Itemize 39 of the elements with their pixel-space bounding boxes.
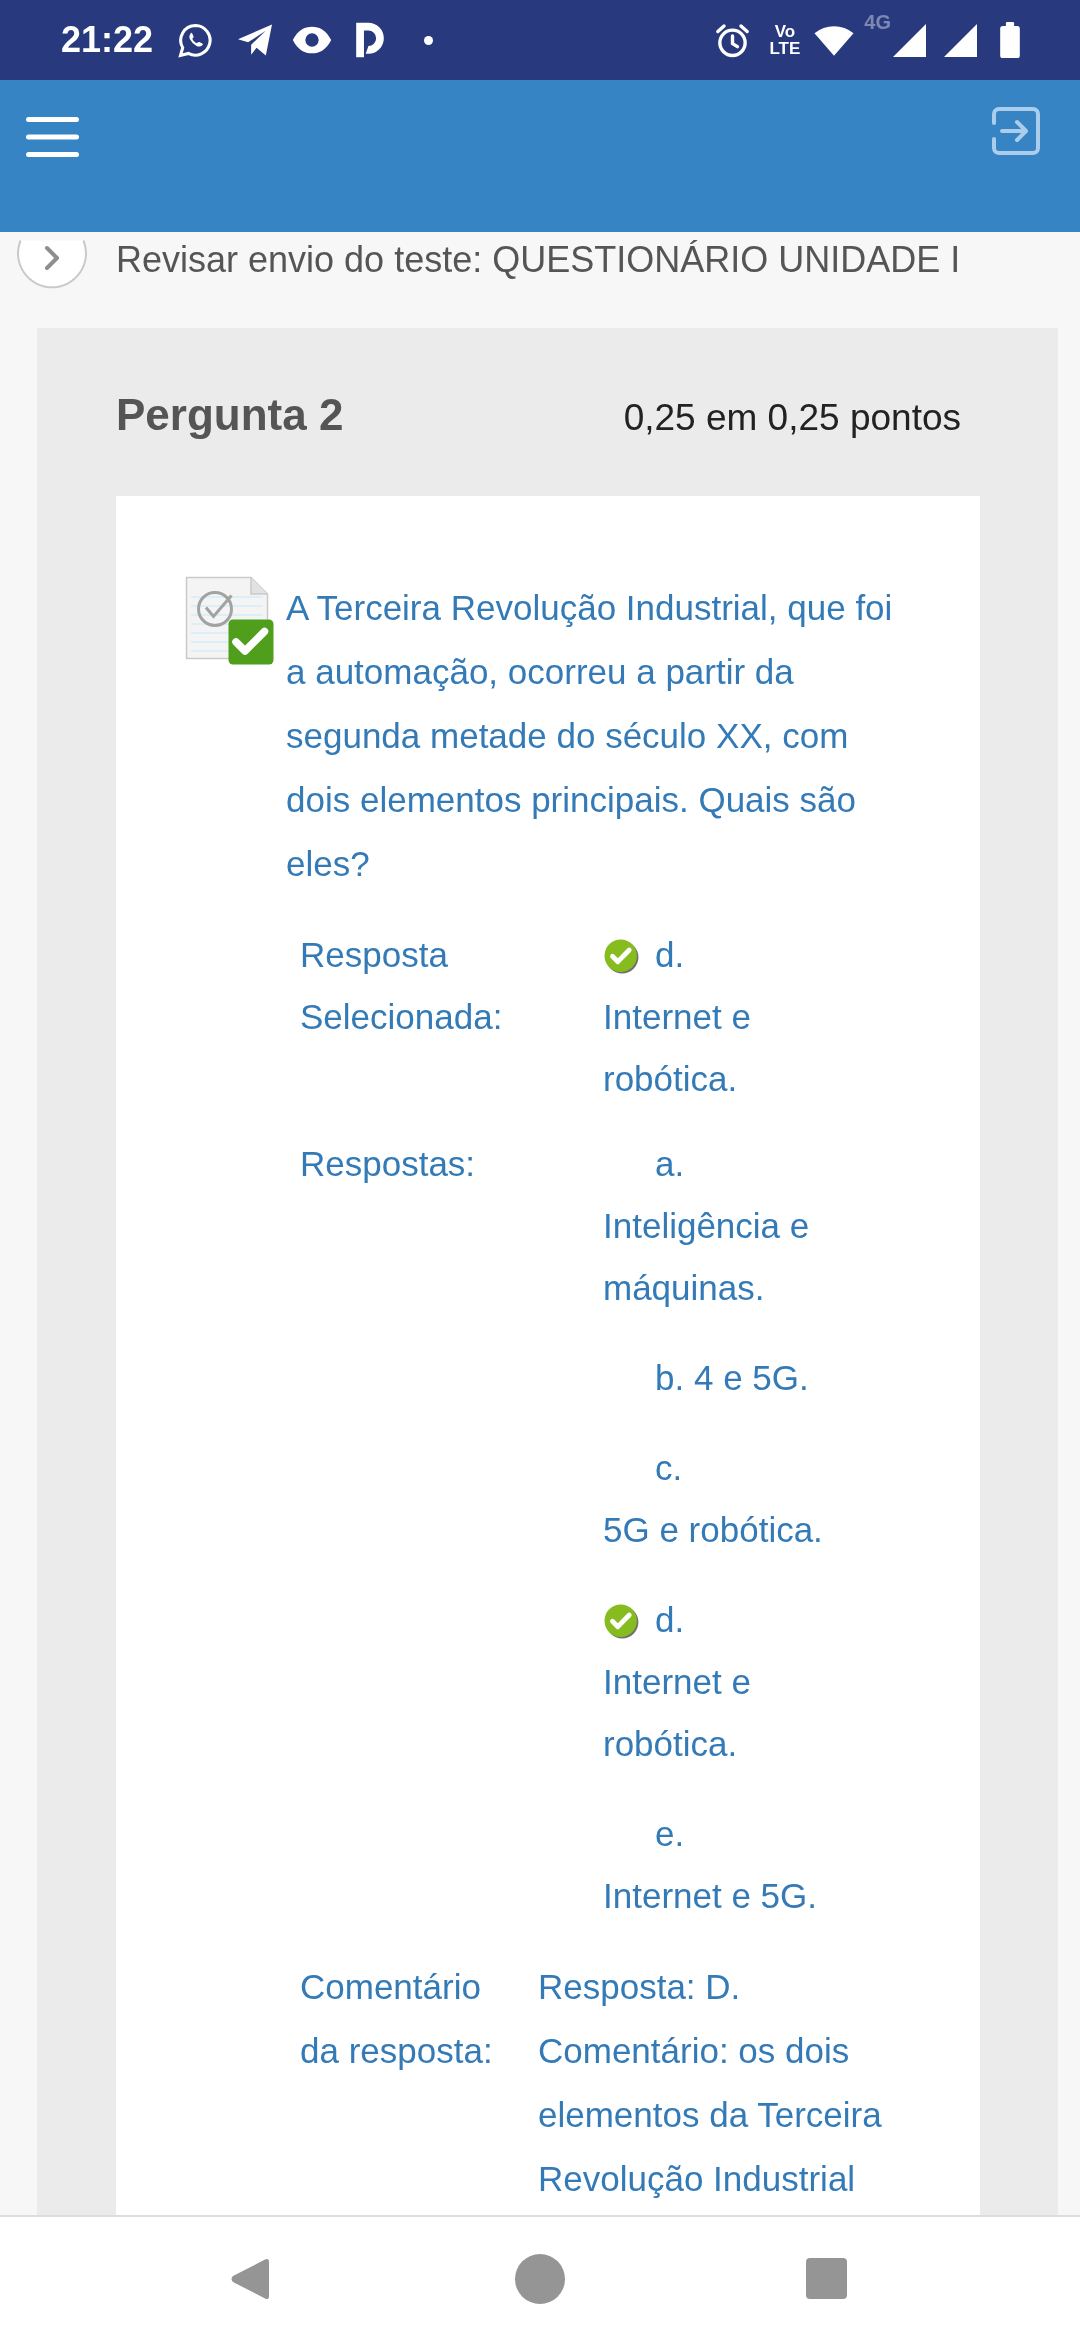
eye-icon	[292, 25, 333, 55]
back-icon[interactable]	[231, 2256, 269, 2301]
page-title: Revisar envio do teste: QUESTIONÁRIO UNIDADE I	[116, 238, 961, 282]
signal-icon	[893, 23, 926, 57]
chevron-right-icon	[45, 246, 59, 270]
question-score: 0,25 em 0,25 pontos	[623, 396, 961, 440]
answer-label: Comentário da resposta:	[300, 1967, 493, 2070]
answer-letter: d.	[655, 935, 685, 974]
letter-d-icon	[354, 21, 387, 59]
wifi-icon	[814, 24, 855, 56]
answer-text: 5G e robótica.	[603, 1510, 823, 1549]
answer-text: Internet e robótica.	[603, 997, 751, 1098]
paper-plane-icon	[236, 23, 275, 57]
volte-label: Vo LTE	[769, 23, 801, 57]
answer-text: 4 e 5G.	[693, 1358, 809, 1397]
clock-time: 21:22	[61, 22, 154, 58]
answer-letter: e.	[655, 1814, 685, 1853]
notification-dot-icon	[424, 35, 434, 45]
answer-text: Internet e 5G.	[603, 1876, 818, 1915]
home-icon[interactable]	[515, 2253, 565, 2304]
answer-letter: b.	[655, 1358, 685, 1397]
answer-text: Internet e robótica.	[603, 1662, 751, 1763]
chat-bubble-icon	[177, 21, 215, 59]
answer-letter: a.	[655, 1144, 685, 1183]
answer-text: Inteligência e máquinas.	[603, 1206, 810, 1307]
answer-letter: d.	[655, 1600, 685, 1639]
question-text: A Terceira Revolução Industrial, que foi a automação, ocorreu a partir da segunda metade do século XX, com dois elementos principais. Quais são eles?	[286, 587, 894, 885]
battery-icon	[1000, 22, 1020, 58]
answer-label: Resposta Selecionada:	[300, 935, 503, 1036]
signal-icon	[944, 23, 977, 57]
feedback-text: Resposta: D.	[538, 1967, 741, 2006]
answer-letter: c.	[655, 1448, 683, 1487]
sign-in-icon[interactable]	[991, 106, 1041, 156]
network-type-label: 4G	[864, 12, 891, 32]
answer-label: Respostas:	[300, 1144, 476, 1183]
alarm-clock-icon	[714, 21, 752, 59]
feedback-text: Comentário: os dois elementos da Terceira Revolução Industrial	[538, 2031, 882, 2198]
menu-icon[interactable]	[26, 117, 79, 157]
question-title: Pergunta 2	[116, 389, 344, 441]
